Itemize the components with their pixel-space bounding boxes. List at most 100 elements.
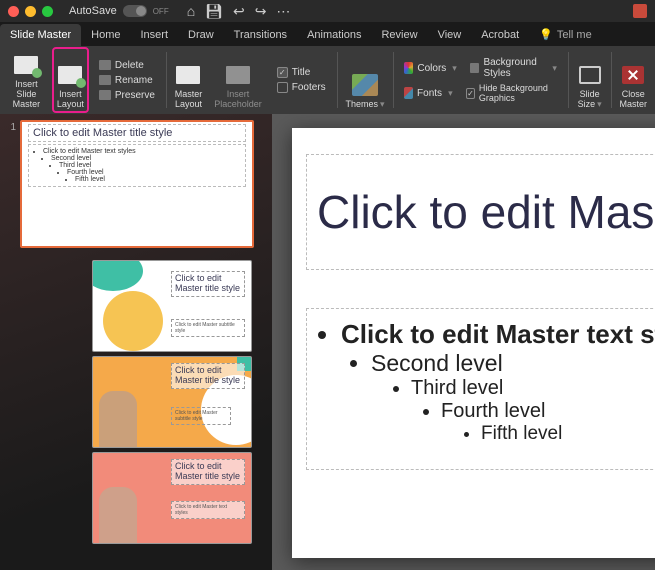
layout-thumbnail-2[interactable]: Click to edit Master title style Click t… <box>92 356 252 448</box>
redo-icon[interactable]: ↪ <box>255 3 267 20</box>
title-checkbox[interactable]: ✓ Title <box>274 66 329 79</box>
bullet-5: Fifth level <box>481 423 655 445</box>
layout-thumbnail-3[interactable]: Click to edit Master title style Click t… <box>92 452 252 544</box>
close-master-button[interactable]: Close Master <box>615 48 651 112</box>
insert-placeholder-label: Insert Placeholder <box>214 90 262 110</box>
master-layout-label: Master Layout <box>175 90 203 110</box>
body-placeholder[interactable]: Click to edit Master text styles Second … <box>306 308 655 470</box>
insert-slide-master-button[interactable]: Insert Slide Master <box>4 48 49 112</box>
layout2-person-icon <box>99 391 137 447</box>
preserve-icon <box>99 90 111 100</box>
rename-button[interactable]: Rename <box>96 74 158 87</box>
tab-animations[interactable]: Animations <box>297 24 371 46</box>
slide-canvas[interactable]: Click to edit Master title style Click t… <box>292 128 655 558</box>
app-badge-icon <box>633 4 647 18</box>
background-group: Colors▾ Background Styles▾ Fonts▾ ✓Hide … <box>397 48 564 112</box>
autosave-switch-icon[interactable] <box>123 5 147 17</box>
checkbox-off-icon <box>277 82 288 93</box>
bg-styles-label: Background Styles <box>483 57 546 79</box>
tab-acrobat[interactable]: Acrobat <box>471 24 529 46</box>
bullet-2: Second level <box>371 350 655 377</box>
slide-size-button[interactable]: Slide Size▾ <box>573 48 607 112</box>
checkbox-on-icon: ✓ <box>277 67 288 78</box>
workspace: 1 Click to edit Master title style Click… <box>0 114 655 570</box>
layout3-person-icon <box>99 487 137 543</box>
colors-label: Colors <box>417 63 446 74</box>
edit-master-group: Delete Rename Preserve <box>92 48 162 112</box>
fonts-label: Fonts <box>417 88 442 99</box>
autosave-label: AutoSave <box>69 5 117 17</box>
delete-button[interactable]: Delete <box>96 59 158 72</box>
fonts-icon <box>404 87 413 99</box>
themes-label: Themes▾ <box>345 100 384 110</box>
undo-icon[interactable]: ↩ <box>233 3 245 20</box>
themes-button[interactable]: Themes▾ <box>341 48 388 112</box>
bullet-3: Third level <box>411 377 655 400</box>
save-icon[interactable]: 💾︎ <box>205 3 223 20</box>
slide-size-icon <box>579 66 601 84</box>
tell-me-label: Tell me <box>557 29 592 41</box>
title-text: Click to edit Master title style <box>317 185 655 239</box>
layout-plus-icon <box>58 66 82 84</box>
tab-review[interactable]: Review <box>371 24 427 46</box>
colors-button[interactable]: Colors▾ Background Styles▾ <box>401 56 560 80</box>
bg-styles-icon <box>470 63 479 73</box>
tab-insert[interactable]: Insert <box>130 24 178 46</box>
layout1-sub: Click to edit Master subtitle style <box>175 322 241 334</box>
insert-placeholder-button: Insert Placeholder <box>210 48 266 112</box>
master-thumbnail-row: 1 Click to edit Master title style Click… <box>6 120 266 248</box>
titlebar: AutoSave OFF ⌂ 💾︎ ↩ ↪ ⋯ <box>0 0 655 22</box>
insert-slide-master-label: Insert Slide Master <box>8 80 45 110</box>
more-icon[interactable]: ⋯ <box>276 3 290 20</box>
layout1-title: Click to edit Master title style <box>175 274 241 294</box>
rename-label: Rename <box>115 75 153 86</box>
slide-plus-icon <box>14 56 38 74</box>
tab-home[interactable]: Home <box>81 24 130 46</box>
master-layout-button[interactable]: Master Layout <box>171 48 207 112</box>
title-check-label: Title <box>292 67 311 78</box>
tab-transitions[interactable]: Transitions <box>224 24 297 46</box>
lightbulb-icon: 💡 <box>539 28 553 41</box>
home-icon[interactable]: ⌂ <box>187 3 195 20</box>
fonts-button[interactable]: Fonts▾ ✓Hide Background Graphics <box>401 82 560 104</box>
layout2-title: Click to edit Master title style <box>175 366 241 386</box>
hide-bg-checkbox-icon: ✓ <box>466 88 475 99</box>
window-controls <box>8 6 53 17</box>
colors-icon <box>404 62 413 74</box>
thumbnail-panel[interactable]: 1 Click to edit Master title style Click… <box>0 114 272 570</box>
autosave-toggle[interactable]: AutoSave OFF <box>69 5 169 17</box>
master-layout-icon <box>176 66 200 84</box>
ribbon-tabs: Slide Master Home Insert Draw Transition… <box>0 22 655 46</box>
master-number: 1 <box>6 120 16 248</box>
delete-label: Delete <box>115 60 144 71</box>
editor-canvas-area[interactable]: Click to edit Master title style Click t… <box>272 114 655 570</box>
hide-bg-label: Hide Background Graphics <box>479 83 557 103</box>
tab-slide-master[interactable]: Slide Master <box>0 24 81 46</box>
placeholder-icon <box>226 66 250 84</box>
tab-draw[interactable]: Draw <box>178 24 224 46</box>
layout-thumbnail-1[interactable]: Click to edit Master title style Click t… <box>92 260 252 352</box>
insert-layout-label: Insert Layout <box>57 90 84 110</box>
footers-checkbox[interactable]: Footers <box>274 81 329 94</box>
tab-tell-me[interactable]: 💡 Tell me <box>529 23 602 46</box>
bullet-1: Click to edit Master text styles <box>341 319 655 350</box>
autosave-state: OFF <box>153 7 169 16</box>
preserve-label: Preserve <box>115 90 155 101</box>
close-window-icon[interactable] <box>8 6 19 17</box>
layout3-title: Click to edit Master title style <box>175 462 241 482</box>
placeholder-toggles: ✓ Title Footers <box>270 48 333 112</box>
layout1-accent-icon <box>93 261 163 352</box>
minimize-window-icon[interactable] <box>25 6 36 17</box>
footers-check-label: Footers <box>292 82 326 93</box>
preserve-button[interactable]: Preserve <box>96 89 158 102</box>
master-thumbnail[interactable]: Click to edit Master title style Click t… <box>20 120 254 248</box>
zoom-window-icon[interactable] <box>42 6 53 17</box>
bullet-4: Fourth level <box>441 400 655 423</box>
insert-layout-button[interactable]: Insert Layout <box>53 48 88 112</box>
rename-icon <box>99 75 111 85</box>
title-placeholder[interactable]: Click to edit Master title style <box>306 154 655 270</box>
quick-access-toolbar: ⌂ 💾︎ ↩ ↪ ⋯ <box>187 3 291 20</box>
delete-icon <box>99 60 111 70</box>
tab-view[interactable]: View <box>428 24 472 46</box>
thumb-title: Click to edit Master title style <box>28 124 246 142</box>
